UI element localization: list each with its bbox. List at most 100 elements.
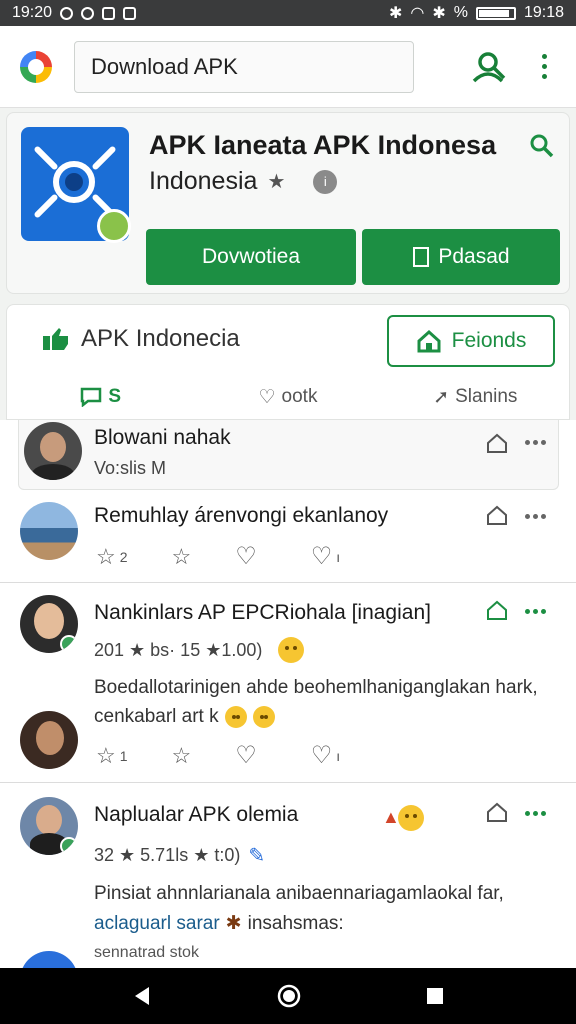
post-meta: 32 ★ 5.71ls ★ t:0): [94, 845, 241, 865]
home-icon[interactable]: [486, 504, 508, 526]
star-outline-icon: ☆: [96, 742, 116, 768]
favorite-button[interactable]: ☆: [172, 743, 192, 769]
status-time-left: 19:20: [12, 4, 53, 21]
app-title: APK Ianeata APK Indonesa: [149, 130, 497, 160]
heart-button[interactable]: ♡: [235, 741, 257, 770]
post-meta-row: 201 ★ bs· 15 ★1.00): [94, 637, 305, 663]
more-icon[interactable]: [525, 811, 546, 816]
avatar[interactable]: [24, 422, 82, 480]
info-icon[interactable]: i: [313, 169, 338, 194]
post-body-line: sennatrad stok: [94, 943, 199, 961]
post-meta-row: 32 ★ 5.71ls ★ t:0) ✎: [94, 843, 265, 868]
more-icon[interactable]: [525, 440, 546, 445]
avatar[interactable]: [20, 595, 78, 653]
chat-icon: [81, 387, 102, 407]
list-item[interactable]: Naplualar APK olemia ▲ 32 ★ 5.71ls ★ t:0…: [0, 782, 576, 968]
post-author: Nankinlars AP EPCRiohala [inagian]: [94, 601, 431, 624]
post-meta: 201 ★ bs· 15 ★1.00): [94, 639, 263, 660]
feed: Blowani nahak Vo:slis M Remuhlay árenvon…: [0, 420, 576, 968]
upload-button-label: Pdasad: [438, 245, 510, 268]
notification-icon: [60, 6, 74, 20]
list-item[interactable]: Remuhlay árenvongi ekanlanoy ☆ 2 ☆ ♡ ♡ ı: [0, 490, 576, 582]
brand-label: APK Indonecia: [81, 325, 240, 352]
home-nav-icon[interactable]: [276, 983, 302, 1009]
post-author: Blowani nahak: [94, 426, 231, 449]
post-body-line-row: aclaguarl sarar ✱ insahsmas:: [94, 909, 564, 939]
battery-icon: [475, 6, 516, 20]
gallery-icon: [102, 6, 116, 20]
post-body: Pinsiat ahnnlarianala anibaennariagamlao…: [94, 879, 564, 965]
like-count: 2: [119, 548, 128, 565]
comment-count: ı: [336, 548, 341, 565]
avatar[interactable]: [20, 951, 78, 968]
upload-button[interactable]: Pdasad: [362, 229, 560, 285]
tab-shares[interactable]: ➚ Slanins: [382, 379, 569, 415]
search-icon[interactable]: [529, 133, 555, 159]
list-item[interactable]: Nankinlars AP EPCRiohala [inagian] 201 ★…: [0, 582, 576, 782]
status-bar: 19:20 ✱ ◠ ✱ % 19:18: [0, 0, 576, 26]
home-icon[interactable]: [486, 801, 508, 823]
heart-icon: ♡: [235, 543, 257, 570]
comment-button[interactable]: ♡ ı: [311, 542, 340, 571]
post-body-line: Boedallotarinigen ahde beohemlhanigangla…: [94, 677, 538, 698]
bug-icon: ✱: [225, 913, 242, 935]
brand-row: APK Indonecia: [41, 325, 240, 353]
tab-likes-label: ootk: [281, 386, 318, 407]
home-icon[interactable]: [486, 599, 508, 621]
post-body-line-row: cenkabarl art k: [94, 702, 564, 731]
post-body: Boedallotarinigen ahde beohemlhanigangla…: [94, 673, 564, 732]
location-icon: [81, 6, 95, 20]
bluetooth-icon: ✱: [388, 5, 403, 22]
back-icon[interactable]: [131, 985, 153, 1007]
heart-icon: ♡: [258, 386, 276, 408]
post-body-line: Pinsiat ahnnlarianala anibaennariagamlao…: [94, 883, 504, 904]
avatar[interactable]: [20, 502, 78, 560]
home-icon: [417, 329, 441, 353]
star-outline-icon: ☆: [171, 742, 192, 768]
post-author: Remuhlay árenvongi ekanlanoy: [94, 504, 389, 527]
tab-likes[interactable]: ♡ ootk: [194, 379, 381, 415]
google-logo-icon[interactable]: [20, 50, 52, 83]
share-icon: ➚: [433, 386, 450, 408]
like-button[interactable]: ☆ 1: [96, 743, 128, 769]
post-body-line: insahsmas:: [247, 913, 344, 935]
thumbs-up-icon: [43, 328, 68, 350]
download-button[interactable]: Dovwotiea: [146, 229, 356, 285]
status-time-right: 19:18: [523, 4, 564, 21]
home-icon[interactable]: [486, 432, 508, 454]
more-icon[interactable]: [525, 514, 546, 519]
recents-icon[interactable]: [425, 986, 445, 1006]
post-body-line: cenkabarl art k: [94, 706, 219, 728]
top-bar: Download APK: [0, 26, 576, 108]
post-actions: ☆ 1 ☆ ♡ ♡ ı: [96, 741, 384, 770]
like-button[interactable]: ☆ 2: [96, 544, 128, 570]
avatar[interactable]: [20, 711, 78, 769]
post-body-line: aclaguarl sarar: [94, 913, 220, 935]
more-icon[interactable]: [525, 609, 546, 614]
search-input[interactable]: Download APK: [74, 40, 414, 93]
heart-icon: ♡: [235, 742, 257, 769]
verified-badge-icon: [97, 209, 131, 243]
smirk-emoji-icon: [398, 805, 424, 831]
document-icon: [413, 247, 430, 267]
smile-emoji-icon: [278, 637, 305, 663]
favorite-button[interactable]: ☆: [172, 544, 192, 570]
laugh-emoji-icon: [252, 706, 275, 729]
more-options-icon[interactable]: [532, 47, 556, 87]
star-outline-icon: ☆: [171, 543, 192, 569]
star-icon: ★: [267, 171, 286, 193]
list-item[interactable]: Blowani nahak Vo:slis M: [0, 420, 576, 490]
tab-chat[interactable]: S: [7, 379, 194, 415]
laugh-emoji-icon: [224, 706, 247, 729]
comment-button[interactable]: ♡ ı: [311, 741, 340, 770]
star-outline-icon: ☆: [96, 543, 116, 569]
account-icon[interactable]: [470, 47, 510, 87]
download-button-label: Dovwotiea: [201, 245, 301, 268]
post-meta: Vo:slis M: [94, 458, 167, 478]
friends-button[interactable]: Feionds: [387, 315, 555, 367]
friends-button-label: Feionds: [451, 329, 527, 352]
heart-button[interactable]: ♡: [235, 542, 257, 571]
tab-chat-label: S: [108, 386, 121, 407]
app-icon: [21, 127, 131, 243]
avatar[interactable]: [20, 797, 78, 855]
